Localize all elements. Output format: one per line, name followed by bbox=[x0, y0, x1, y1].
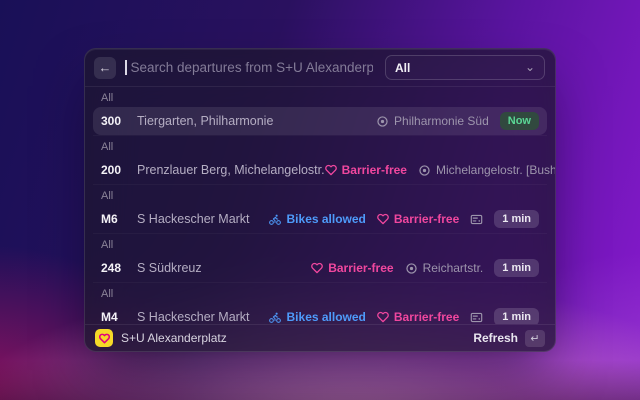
accessory-display bbox=[470, 311, 483, 324]
refresh-label: Refresh bbox=[473, 331, 518, 345]
accessory-label: Bikes allowed bbox=[286, 212, 366, 226]
platform-display-icon bbox=[470, 311, 483, 324]
route-number: 248 bbox=[101, 261, 122, 275]
list-section: All 300 Tiergarten, Philharmonie Philharmon… bbox=[93, 87, 547, 136]
section-header: All bbox=[101, 92, 114, 104]
destination-label: Tiergarten, Philharmonie bbox=[137, 114, 274, 128]
row-accessories: Bikes allowed Barrier-free 1 min bbox=[268, 209, 539, 229]
accessory-heart: Barrier-free bbox=[324, 163, 407, 177]
chevron-down-icon: ⌄ bbox=[524, 59, 535, 74]
accessory-label: Reichartstr. bbox=[422, 261, 484, 275]
bike-icon bbox=[268, 213, 282, 226]
time-badge: 1 min bbox=[494, 209, 539, 229]
departure-row[interactable]: M6 S Hackescher Markt Bikes allowed Barrier… bbox=[93, 205, 547, 233]
accessory-label: Philharmonie Süd bbox=[394, 114, 489, 128]
section-header: All bbox=[101, 190, 114, 202]
now-badge: Now bbox=[499, 111, 539, 131]
destination-label: Prenzlauer Berg, Michelangelostr. bbox=[137, 163, 325, 177]
accessory-label: Barrier-free bbox=[328, 261, 394, 275]
accessory-label: Barrier-free bbox=[341, 163, 407, 177]
back-arrow-icon: ← bbox=[98, 60, 112, 75]
back-button[interactable]: ← bbox=[94, 56, 116, 79]
footer-bar: S+U Alexanderplatz Refresh ↵ bbox=[85, 324, 555, 351]
departures-window: ← All ⌄ All 300 Tiergarten, Philharmonie Ph… bbox=[84, 48, 556, 352]
platform-display-icon bbox=[470, 213, 483, 226]
bike-icon bbox=[268, 311, 282, 324]
departure-row[interactable]: M4 S Hackescher Markt Bikes allowed Barrier… bbox=[93, 303, 547, 324]
accessory-label: Barrier-free bbox=[393, 212, 460, 226]
departure-row[interactable]: 248 S Südkreuz Barrier-free Reichartstr. 1 m… bbox=[93, 254, 547, 282]
time-badge: 1 min bbox=[494, 307, 539, 324]
row-accessories: Philharmonie Süd Now bbox=[376, 111, 539, 131]
time-badge: 1 min bbox=[494, 258, 539, 278]
barrier-free-heart-icon bbox=[324, 164, 337, 176]
search-header: ← All ⌄ bbox=[85, 49, 555, 87]
list-section: All M6 S Hackescher Markt Bikes allowed Barr… bbox=[93, 185, 547, 234]
row-accessories: Bikes allowed Barrier-free 1 min bbox=[268, 307, 539, 324]
accessory-direction: Reichartstr. bbox=[405, 261, 484, 275]
accessory-label: Michelangelostr. [Bushafen] bbox=[435, 163, 555, 177]
section-header: All bbox=[101, 239, 114, 251]
heart-icon bbox=[98, 333, 110, 344]
filter-dropdown[interactable]: All ⌄ bbox=[385, 55, 545, 80]
filter-dropdown-value: All bbox=[395, 60, 411, 75]
direction-target-icon bbox=[418, 164, 431, 177]
return-key-icon: ↵ bbox=[525, 329, 545, 347]
accessory-direction: Philharmonie Süd bbox=[376, 114, 489, 128]
search-input[interactable] bbox=[128, 59, 375, 76]
destination-label: S Hackescher Markt bbox=[137, 310, 250, 324]
accessory-bike: Bikes allowed bbox=[268, 212, 366, 226]
destination-label: S Südkreuz bbox=[137, 261, 202, 275]
accessory-heart: Barrier-free bbox=[377, 212, 459, 226]
accessory-direction: Michelangelostr. [Bushafen] bbox=[418, 163, 555, 177]
station-logo-icon bbox=[95, 329, 113, 347]
accessory-bike: Bikes allowed bbox=[268, 310, 366, 324]
accessory-label: Bikes allowed bbox=[286, 310, 366, 324]
section-header: All bbox=[101, 288, 114, 300]
route-number: 300 bbox=[101, 114, 122, 128]
row-accessories: Barrier-freeMichelangelostr. [Bushafen]N… bbox=[324, 161, 555, 179]
route-number: M6 bbox=[101, 212, 118, 226]
departure-row[interactable]: 200 Prenzlauer Berg, Michelangelostr. Barr… bbox=[93, 156, 555, 184]
list-section: All 200 Prenzlauer Berg, Michelangelostr. B… bbox=[93, 136, 555, 185]
accessory-label: Barrier-free bbox=[393, 310, 460, 324]
departure-list: All 300 Tiergarten, Philharmonie Philharmon… bbox=[85, 87, 555, 324]
refresh-action[interactable]: Refresh ↵ bbox=[473, 329, 545, 347]
barrier-free-heart-icon bbox=[377, 213, 389, 225]
destination-label: S Hackescher Markt bbox=[137, 212, 250, 226]
accessory-display bbox=[470, 213, 483, 226]
text-caret bbox=[125, 60, 127, 75]
barrier-free-heart-icon bbox=[377, 311, 389, 323]
list-section: All 248 S Südkreuz Barrier-free Reichartstr.… bbox=[93, 234, 547, 283]
list-section: All M4 S Hackescher Markt Bikes allowed Barr… bbox=[93, 283, 547, 324]
footer-station-label: S+U Alexanderplatz bbox=[121, 331, 227, 345]
accessory-heart: Barrier-free bbox=[311, 261, 394, 275]
direction-target-icon bbox=[405, 262, 418, 275]
route-number: M4 bbox=[101, 310, 118, 324]
departure-row[interactable]: 300 Tiergarten, Philharmonie Philharmonie … bbox=[93, 107, 547, 135]
barrier-free-heart-icon bbox=[311, 262, 324, 274]
accessory-heart: Barrier-free bbox=[377, 310, 459, 324]
direction-target-icon bbox=[376, 115, 389, 128]
route-number: 200 bbox=[101, 163, 122, 177]
row-accessories: Barrier-free Reichartstr. 1 min bbox=[311, 258, 539, 278]
section-header: All bbox=[101, 141, 114, 153]
